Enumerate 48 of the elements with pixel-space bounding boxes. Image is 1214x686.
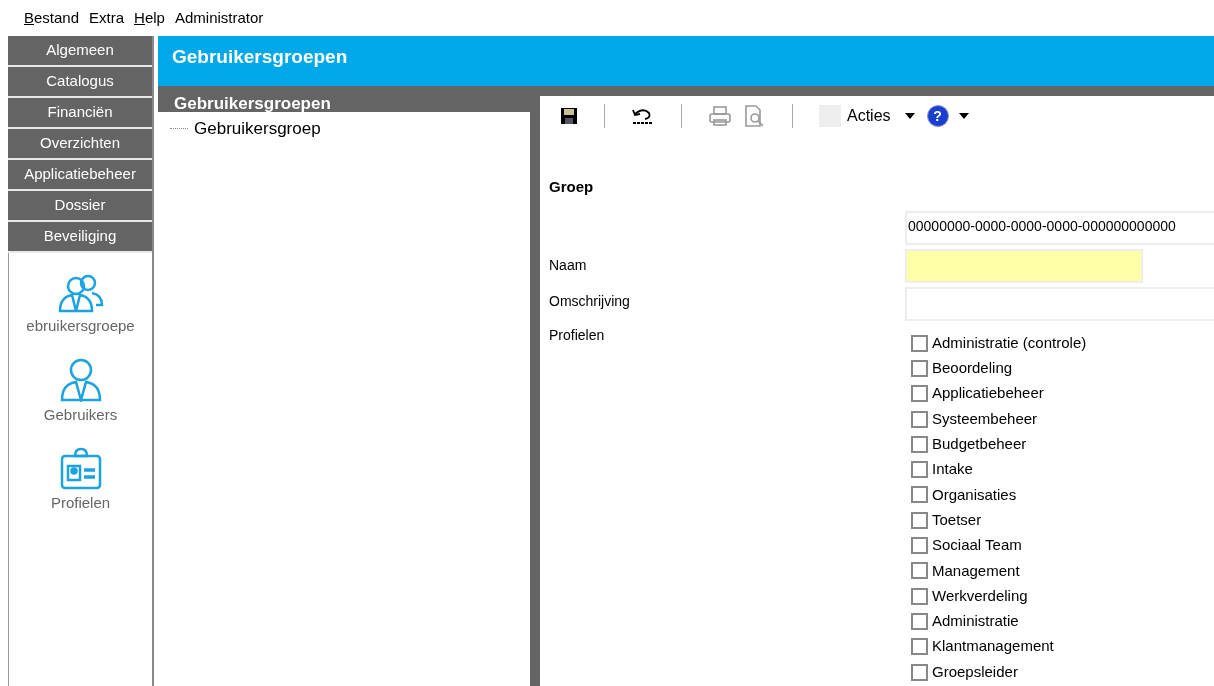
module-tab[interactable]: Beveiliging [8, 222, 152, 253]
profile-checkbox[interactable]: Intake [911, 457, 1087, 483]
module-tab[interactable]: Applicatiebeheer [8, 160, 152, 191]
save-icon[interactable] [560, 107, 578, 125]
module-tab[interactable]: Catalogus [8, 67, 152, 98]
profile-checkbox[interactable]: Werkverdeling [911, 583, 1087, 609]
tree-item[interactable]: Gebruikersgroep [194, 116, 321, 142]
module-item[interactable]: ebruikersgroepe [26, 315, 135, 338]
profile-checkbox[interactable]: Toetser [911, 507, 1087, 533]
section-title: Groep [549, 177, 595, 197]
field-label: Naam [549, 256, 587, 273]
module-tab[interactable]: Overzichten [8, 129, 152, 160]
page-title: Gebruikersgroepen [172, 46, 348, 67]
profile-checkbox[interactable]: Management [911, 558, 1087, 584]
print-preview-icon[interactable] [744, 104, 766, 128]
menu-item[interactable]: Help [134, 6, 165, 30]
profile-checkbox[interactable]: Budgetbeheer [911, 431, 1087, 457]
profile-checkbox[interactable]: Administratie [911, 608, 1087, 635]
field-label: Profielen [549, 326, 605, 343]
profile-checkbox[interactable]: Groepsleider [911, 659, 1087, 685]
profile-checkbox[interactable]: Organisaties [911, 482, 1087, 508]
module-item[interactable]: Gebruikers [43, 403, 118, 426]
module-tab[interactable]: Algemeen [8, 36, 152, 67]
menu-item[interactable]: Extra [89, 6, 125, 30]
profile-checkbox[interactable]: Beoordeling [911, 355, 1087, 382]
module-tab[interactable]: Dossier [8, 191, 152, 222]
module-item[interactable]: Profielen [50, 492, 111, 515]
panel-title: Gebruikersgroepen [174, 94, 331, 112]
module-tab[interactable]: Financiën [8, 98, 152, 129]
profile-checkbox[interactable]: Systeembeheer [911, 406, 1087, 432]
undo-icon[interactable] [631, 107, 655, 125]
name-field[interactable] [905, 248, 1143, 283]
help-button[interactable]: ? [926, 105, 949, 127]
profile-checkbox[interactable]: Administratie (controle) [911, 330, 1087, 356]
profile-checkbox[interactable]: Applicatiebeheer [911, 381, 1087, 407]
printer-icon[interactable] [708, 105, 732, 127]
caret-icon[interactable] [958, 113, 969, 119]
id-badge-icon [58, 446, 103, 490]
actions-menu[interactable]: Acties [819, 104, 915, 128]
tree-line [170, 128, 188, 130]
menu-item[interactable]: Bestand [24, 6, 80, 30]
menu-item[interactable]: Administrator [174, 6, 264, 30]
caret-icon[interactable] [904, 113, 915, 119]
id-field[interactable]: 00000000-0000-0000-0000-000000000000 [905, 210, 1214, 245]
person-icon [58, 357, 103, 402]
profile-checkbox[interactable]: Klantmanagement [911, 634, 1087, 660]
field-label: Omschrijving [549, 292, 630, 309]
profile-checkbox[interactable]: Sociaal Team [911, 532, 1087, 559]
